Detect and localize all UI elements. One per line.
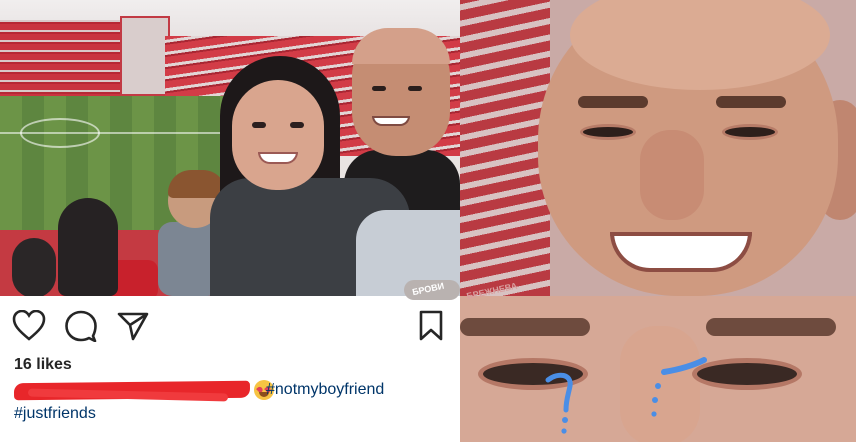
man-smile [372,116,410,126]
man-eye [408,86,422,91]
stadium-tower [120,16,170,96]
hashtag-link[interactable]: #justfriends [14,405,96,423]
woman-eye [290,122,304,128]
zoomed-eyes-photo [460,296,856,442]
spectator [12,238,56,296]
eye [692,358,802,390]
nose [640,130,704,220]
man-eye [372,86,386,91]
bookmark-icon[interactable] [418,310,444,342]
eyebrow [706,318,836,336]
tear-drop-icon [545,372,573,434]
eye [580,124,636,140]
eye [722,124,778,140]
pitch-line [0,132,235,134]
heart-icon[interactable] [12,310,46,342]
smile [610,232,752,272]
zoomed-face-photo [460,0,856,296]
woman-smile [258,152,298,164]
eyebrow [716,96,786,108]
likes-count[interactable]: 16 likes [14,356,72,374]
woman-face [232,80,324,190]
stadium-background [460,0,550,296]
hashtag-link[interactable]: #notmyboyfriend [266,381,384,399]
eyebrow [460,318,590,336]
eyebrow [578,96,648,108]
post-photo [0,0,460,296]
caption [13,380,454,402]
spectator [58,198,118,296]
stadium-stand-left [0,20,125,100]
paper-plane-icon[interactable] [116,310,150,342]
comment-icon[interactable] [64,310,98,342]
tear-drop-icon [651,357,707,417]
woman-eye [252,122,266,128]
